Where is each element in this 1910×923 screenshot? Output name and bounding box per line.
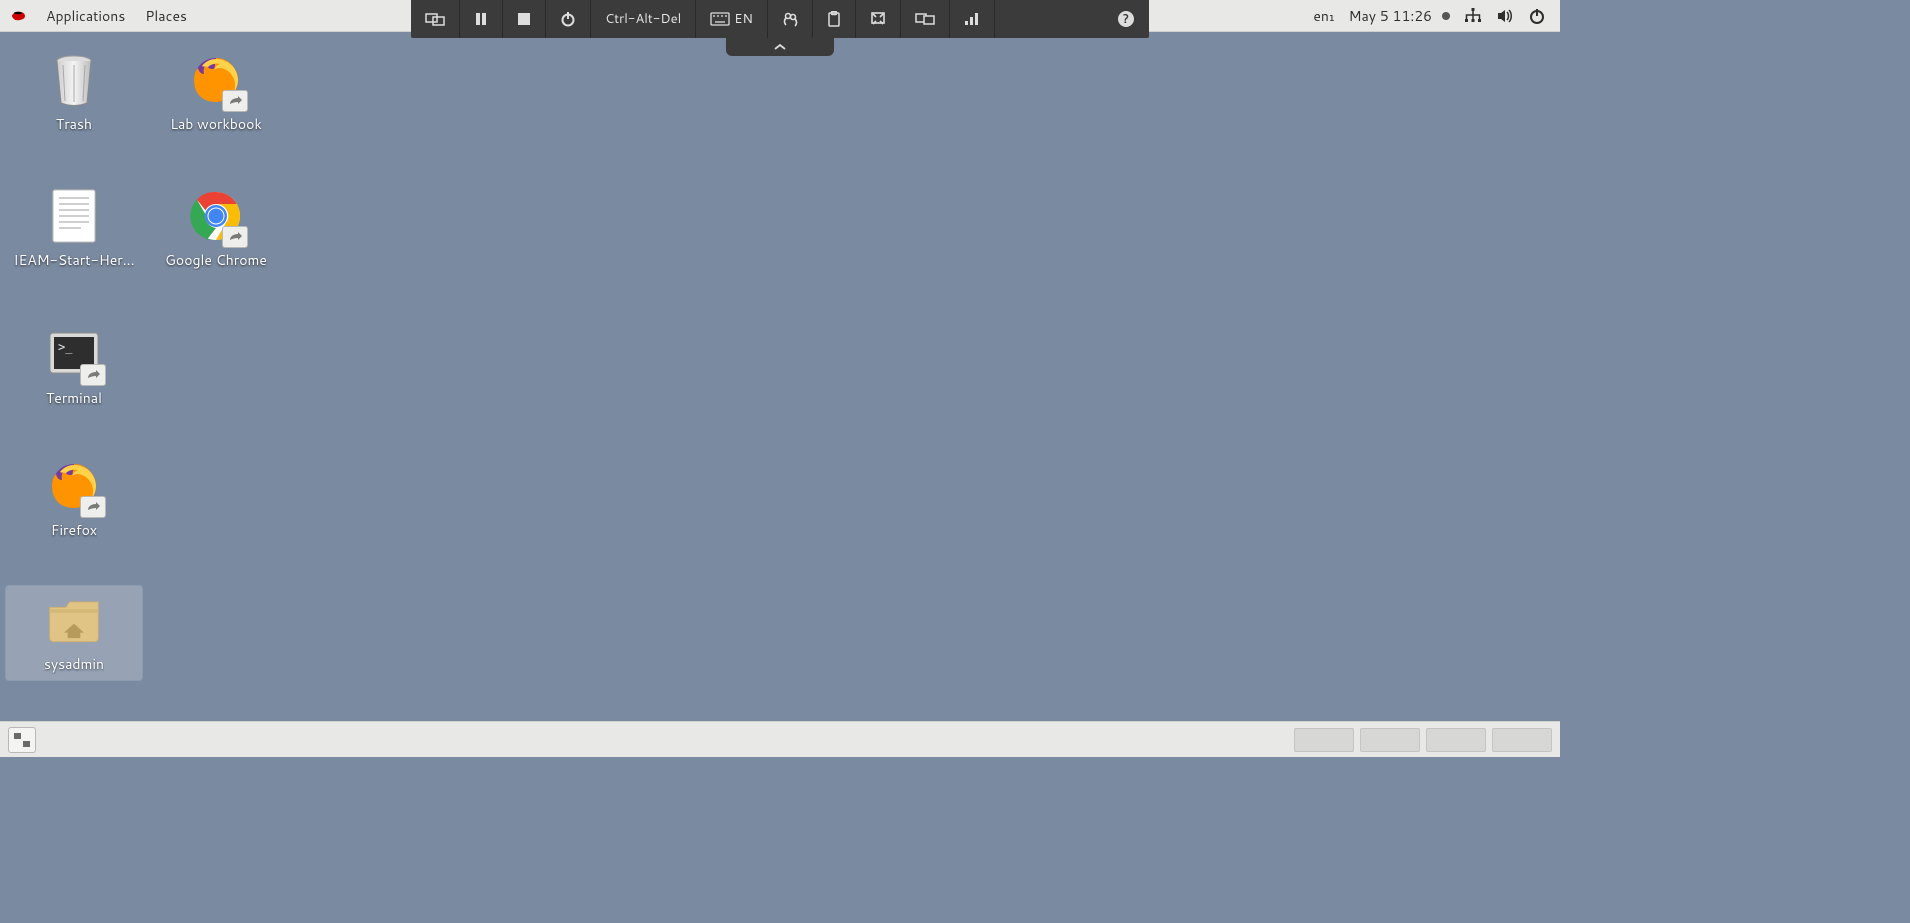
rv-keyboard-layout-button[interactable]: EN <box>696 0 768 38</box>
firefox-icon <box>46 458 102 514</box>
desktop-icon-label: sysadmin <box>44 654 104 674</box>
rv-keyboard-lang: EN <box>734 10 753 28</box>
desktop-icon-label: Google Chrome <box>165 250 267 270</box>
chevron-up-icon <box>773 43 787 51</box>
window-list <box>1294 728 1552 752</box>
desktop-icon-label: Terminal <box>46 388 102 408</box>
volume-icon[interactable] <box>1496 7 1514 25</box>
rv-multi-monitor-button[interactable] <box>901 0 950 38</box>
workspace-switcher[interactable] <box>8 727 36 753</box>
rv-fullscreen-button[interactable] <box>856 0 901 38</box>
clock-text: May 5 11:26 <box>1349 6 1432 26</box>
rv-stop-button[interactable] <box>503 0 546 38</box>
remote-viewer-toolbar: Ctrl-Alt-Del EN ? <box>411 0 1149 38</box>
power-icon[interactable] <box>1528 7 1546 25</box>
rv-toolbar-collapse-handle[interactable] <box>726 38 834 56</box>
panel-right: en₁ May 5 11:26 <box>1313 0 1560 31</box>
desktop-icon-label: Lab workbook <box>170 114 262 134</box>
desktop-icon-label: IEAM-Start-Her... <box>14 250 135 270</box>
window-list-slot[interactable] <box>1492 728 1552 752</box>
keyboard-layout-indicator[interactable]: en₁ <box>1313 6 1334 26</box>
rv-pause-button[interactable] <box>460 0 503 38</box>
rv-help-button[interactable]: ? <box>1103 0 1149 38</box>
bottom-panel <box>0 721 1560 757</box>
window-list-slot[interactable] <box>1360 728 1420 752</box>
desktop-icon-sysadmin[interactable]: sysadmin <box>6 586 142 680</box>
desktop-icon-trash[interactable]: Trash <box>6 46 142 140</box>
text-document-icon <box>46 188 102 244</box>
redhat-icon <box>8 5 30 27</box>
desktop-icon-label: Firefox <box>51 520 97 540</box>
window-list-slot[interactable] <box>1294 728 1354 752</box>
places-menu[interactable]: Places <box>135 0 197 31</box>
desktop-icon-label: Trash <box>56 114 92 134</box>
rv-power-button[interactable] <box>546 0 591 38</box>
applications-menu[interactable]: Applications <box>36 0 135 31</box>
desktop-icon-lab-workbook[interactable]: Lab workbook <box>148 46 284 140</box>
desktop-icon-chrome[interactable]: Google Chrome <box>148 182 284 276</box>
shortcut-arrow-icon <box>222 90 248 112</box>
shortcut-arrow-icon <box>222 226 248 248</box>
svg-text:>_: >_ <box>58 340 73 354</box>
notification-dot-icon <box>1442 12 1450 20</box>
clock[interactable]: May 5 11:26 <box>1349 6 1450 26</box>
chrome-icon <box>188 188 244 244</box>
desktop-icon-ieam[interactable]: IEAM-Start-Her... <box>6 182 142 276</box>
trash-icon <box>46 52 102 108</box>
rv-clipboard-button[interactable] <box>813 0 856 38</box>
panel-left: Applications Places <box>0 0 197 31</box>
home-folder-icon <box>46 592 102 648</box>
window-list-slot[interactable] <box>1426 728 1486 752</box>
rv-network-stats-button[interactable] <box>950 0 995 38</box>
firefox-icon <box>188 52 244 108</box>
keyboard-icon <box>710 12 730 26</box>
rv-ctrl-alt-del-button[interactable]: Ctrl-Alt-Del <box>591 0 696 38</box>
shortcut-arrow-icon <box>80 496 106 518</box>
rv-credentials-button[interactable] <box>768 0 813 38</box>
workspace-icon <box>14 733 30 747</box>
network-icon[interactable] <box>1464 7 1482 25</box>
rv-monitors-button[interactable] <box>411 0 460 38</box>
shortcut-arrow-icon <box>80 364 106 386</box>
desktop-icon-firefox[interactable]: Firefox <box>6 452 142 546</box>
terminal-icon: >_ <box>46 326 102 382</box>
svg-text:?: ? <box>1123 10 1129 27</box>
desktop[interactable]: Trash Lab workbook <box>0 32 1560 721</box>
desktop-icon-terminal[interactable]: >_ Terminal <box>6 320 142 414</box>
